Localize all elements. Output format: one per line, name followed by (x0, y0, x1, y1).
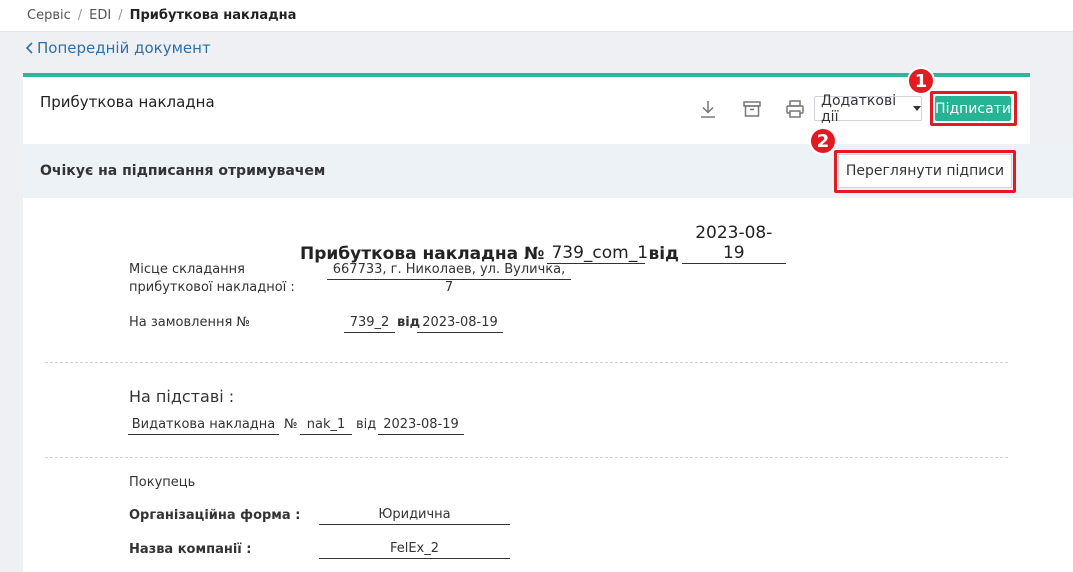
basis-number: nak_1 (300, 416, 352, 435)
document-from-word: від (648, 244, 679, 264)
basis-document: Видаткова накладна (128, 416, 279, 435)
download-icon (701, 101, 715, 118)
place-label-line2: прибуткової накладної : (129, 280, 295, 295)
download-button[interactable] (696, 97, 720, 121)
org-form-label: Організаційна форма : (129, 508, 301, 523)
breadcrumb-service[interactable]: Сервіс (27, 8, 71, 23)
buyer-label: Покупець (129, 475, 196, 490)
sign-button[interactable]: Підписати (935, 96, 1011, 121)
caret-down-icon (913, 106, 921, 111)
status-bar: Очікує на підписання отримувачем Перегля… (23, 144, 1073, 198)
company-label: Назва компанії : (129, 542, 252, 557)
place-label: Місце складання прибуткової накладної : (129, 261, 295, 297)
page-title: Прибуткова накладна (40, 93, 215, 111)
breadcrumb-separator: / (118, 8, 123, 23)
order-label: На замовлення № (129, 315, 250, 330)
section-divider (45, 457, 1008, 458)
previous-document-link[interactable]: Попередній документ (25, 39, 211, 57)
breadcrumb: Сервіс / EDI / Прибуткова накладна (0, 0, 1073, 32)
company-value: FelEx_2 (319, 540, 510, 559)
place-label-line1: Місце складання (129, 262, 246, 277)
document-body: Прибуткова накладна № 739_com_1 від 2023… (23, 198, 1073, 572)
print-button[interactable] (783, 97, 807, 121)
breadcrumb-edi[interactable]: EDI (89, 8, 111, 23)
document-title: Прибуткова накладна № 739_com_1 від 2023… (300, 223, 789, 264)
status-text: Очікує на підписання отримувачем (40, 163, 326, 179)
basis-number-sign: № (284, 417, 298, 432)
basis-label: На підставі : (129, 387, 235, 406)
place-value: 667733, г. Николаев, ул. Вуличка, 7 (327, 261, 571, 295)
document-date: 2023-08-19 (681, 223, 786, 264)
step-badge-1: 1 (907, 67, 935, 95)
document-header: Прибуткова накладна Додаткові дії Підпис… (23, 77, 1030, 144)
more-actions-dropdown[interactable]: Додаткові дії (814, 93, 922, 125)
order-date: 2023-08-19 (417, 314, 503, 333)
archive-icon (743, 101, 761, 117)
printer-icon (786, 100, 804, 118)
step-badge-2: 2 (809, 127, 837, 155)
basis-from-word: від (356, 417, 377, 432)
org-form-value: Юридична (319, 506, 510, 525)
basis-date: 2023-08-19 (378, 416, 464, 435)
section-divider (45, 362, 1008, 363)
previous-document-label: Попередній документ (37, 39, 211, 57)
breadcrumb-current: Прибуткова накладна (129, 8, 297, 23)
view-signatures-button[interactable]: Переглянути підписи (838, 154, 1012, 188)
chevron-left-icon (25, 42, 33, 54)
more-actions-label: Додаткові дії (821, 92, 897, 125)
breadcrumb-separator: / (77, 8, 83, 23)
order-number: 739_2 (344, 314, 395, 333)
archive-button[interactable] (740, 97, 764, 121)
